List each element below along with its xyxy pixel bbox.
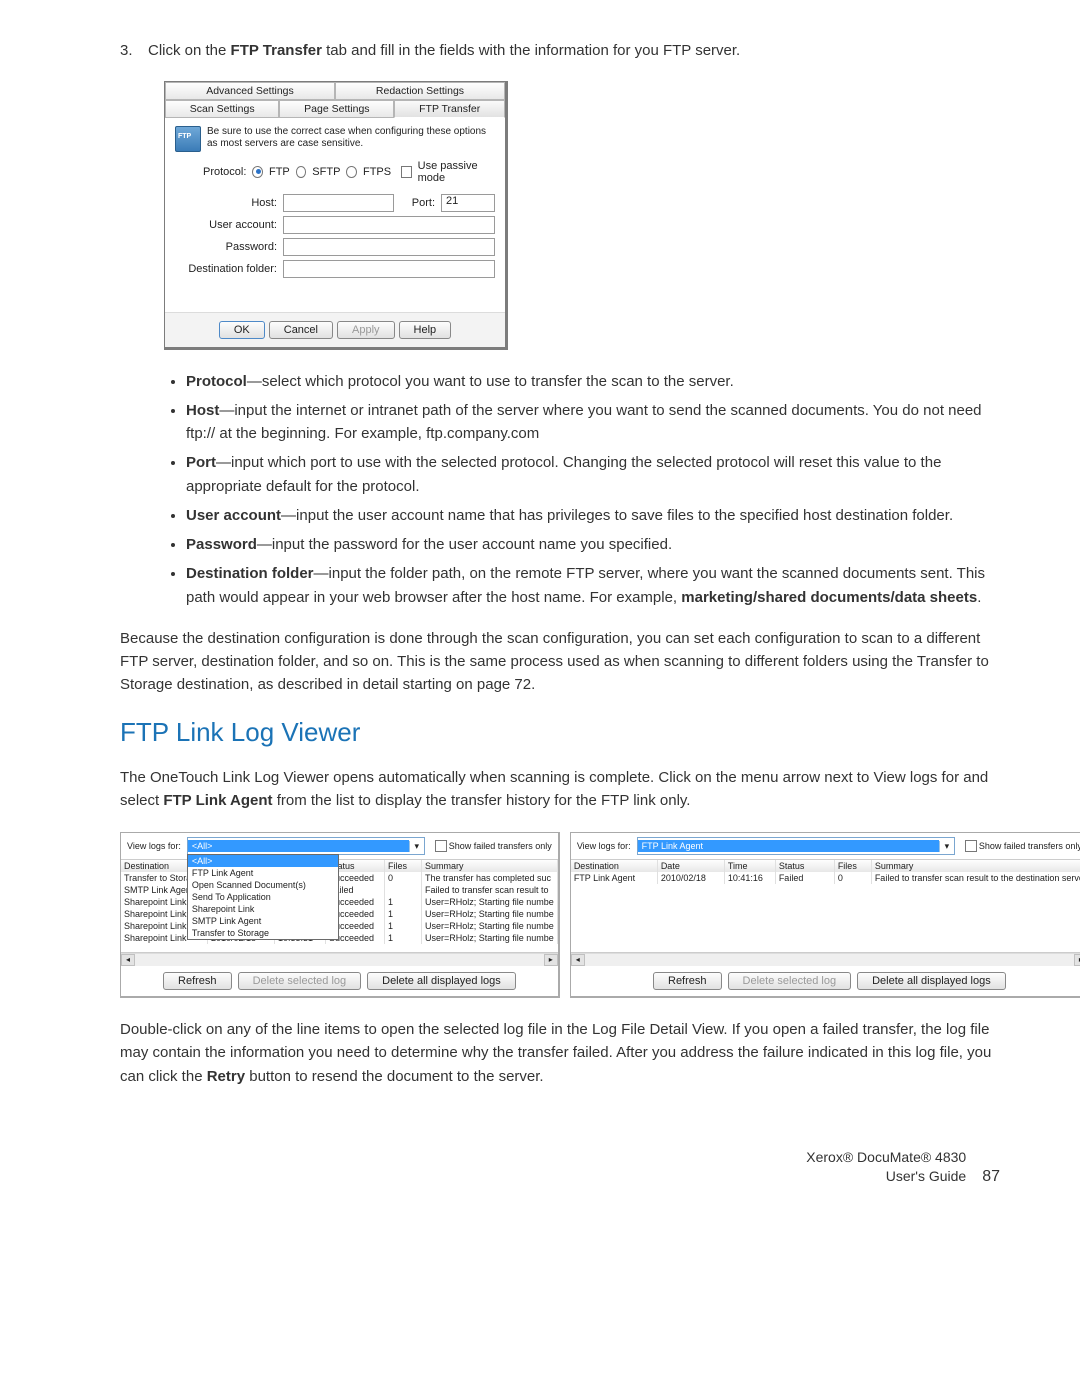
horizontal-scrollbar-left[interactable]: ◂ ▸: [121, 953, 558, 966]
opt-all[interactable]: <All>: [188, 855, 338, 867]
step-post: tab and fill in the fields with the info…: [322, 42, 740, 59]
destination-label: Destination folder:: [175, 263, 283, 275]
delete-all-button[interactable]: Delete all displayed logs: [857, 972, 1006, 990]
port-input[interactable]: 21: [441, 194, 495, 212]
step-bold: FTP Transfer: [231, 42, 322, 59]
bottom-paragraph: Double-click on any of the line items to…: [120, 1018, 1000, 1088]
protocol-label: Protocol:: [203, 166, 246, 178]
destination-input[interactable]: [283, 260, 495, 278]
horizontal-scrollbar-right[interactable]: ◂ ▸: [571, 953, 1080, 966]
opt-transfer-to-storage[interactable]: Transfer to Storage: [188, 927, 338, 939]
scroll-left-icon[interactable]: ◂: [121, 954, 135, 966]
opt-open-scanned[interactable]: Open Scanned Document(s): [188, 879, 338, 891]
checkbox-passive[interactable]: [401, 166, 412, 178]
delete-selected-button[interactable]: Delete selected log: [728, 972, 852, 990]
page-number: 87: [982, 1168, 1000, 1186]
col-status[interactable]: Status: [776, 860, 835, 872]
host-label: Host:: [175, 197, 283, 209]
host-input[interactable]: [283, 194, 394, 212]
col-destination[interactable]: Destination: [571, 860, 658, 872]
checkbox-show-failed-left-label: Show failed transfers only: [449, 841, 552, 851]
log-viewer-filtered: View logs for: FTP Link Agent ▾ Show fai…: [570, 832, 1080, 998]
combo-selected-right: FTP Link Agent: [638, 840, 939, 852]
step-pre: Click on the: [148, 42, 231, 59]
checkbox-show-failed-right[interactable]: [965, 840, 977, 852]
tab-advanced-settings[interactable]: Advanced Settings: [165, 82, 335, 100]
step-text: Click on the FTP Transfer tab and fill i…: [148, 40, 1000, 63]
term-destination: Destination folder—input the folder path…: [186, 562, 1000, 609]
intro-paragraph: The OneTouch Link Log Viewer opens autom…: [120, 766, 1000, 813]
delete-all-button[interactable]: Delete all displayed logs: [367, 972, 516, 990]
ftp-icon: [175, 126, 201, 152]
chevron-down-icon[interactable]: ▾: [409, 841, 424, 852]
tab-page-settings[interactable]: Page Settings: [279, 100, 394, 118]
term-protocol: Protocol—select which protocol you want …: [186, 370, 1000, 393]
refresh-button[interactable]: Refresh: [653, 972, 722, 990]
password-label: Password:: [175, 241, 283, 253]
scroll-right-icon[interactable]: ▸: [1074, 954, 1080, 966]
user-account-input[interactable]: [283, 216, 495, 234]
help-button[interactable]: Help: [399, 321, 452, 339]
apply-button[interactable]: Apply: [337, 321, 395, 339]
col-time[interactable]: Time: [725, 860, 776, 872]
section-heading: FTP Link Log Viewer: [120, 717, 1000, 748]
radio-ftp[interactable]: [252, 166, 263, 178]
term-list: Protocol—select which protocol you want …: [120, 370, 1000, 609]
checkbox-show-failed-right-label: Show failed transfers only: [979, 841, 1080, 851]
col-date[interactable]: Date: [658, 860, 725, 872]
view-logs-dropdown[interactable]: <All> FTP Link Agent Open Scanned Docume…: [187, 854, 339, 940]
user-account-label: User account:: [175, 219, 283, 231]
refresh-button[interactable]: Refresh: [163, 972, 232, 990]
radio-ftps-label: FTPS: [363, 166, 391, 178]
table-row[interactable]: FTP Link Agent2010/02/1810:41:16Failed0F…: [571, 872, 1080, 884]
tab-redaction-settings[interactable]: Redaction Settings: [335, 82, 505, 100]
radio-sftp-label: SFTP: [312, 166, 340, 178]
password-input[interactable]: [283, 238, 495, 256]
delete-selected-button[interactable]: Delete selected log: [238, 972, 362, 990]
log-table-right: Destination Date Time Status Files Summa…: [571, 859, 1080, 953]
term-user: User account—input the user account name…: [186, 504, 1000, 527]
term-password: Password—input the password for the user…: [186, 533, 1000, 556]
opt-smtp-link-agent[interactable]: SMTP Link Agent: [188, 915, 338, 927]
radio-sftp[interactable]: [296, 166, 307, 178]
cancel-button[interactable]: Cancel: [269, 321, 333, 339]
term-port: Port—input which port to use with the se…: [186, 451, 1000, 498]
col-summary[interactable]: Summary: [422, 860, 558, 872]
port-label: Port:: [412, 197, 435, 209]
tab-ftp-transfer[interactable]: FTP Transfer: [394, 100, 505, 118]
checkbox-passive-label: Use passive mode: [418, 160, 495, 184]
footer-line2: User's Guide: [886, 1168, 966, 1184]
checkbox-show-failed-left[interactable]: [435, 840, 447, 852]
ok-button[interactable]: OK: [219, 321, 265, 339]
scroll-right-icon[interactable]: ▸: [544, 954, 558, 966]
view-logs-combo-left[interactable]: <All> ▾ <All> FTP Link Agent Open Scanne…: [187, 837, 425, 855]
radio-ftp-label: FTP: [269, 166, 290, 178]
col-files[interactable]: Files: [835, 860, 872, 872]
log-viewer-all: View logs for: <All> ▾ <All> FTP Link Ag…: [120, 832, 560, 998]
opt-sharepoint-link[interactable]: Sharepoint Link: [188, 903, 338, 915]
view-logs-for-label: View logs for:: [127, 841, 181, 851]
scroll-left-icon[interactable]: ◂: [571, 954, 585, 966]
dialog-info-text: Be sure to use the correct case when con…: [207, 126, 495, 151]
tab-scan-settings[interactable]: Scan Settings: [165, 100, 279, 118]
footer-text: Xerox® DocuMate® 4830 User's Guide: [806, 1148, 966, 1186]
opt-send-to-app[interactable]: Send To Application: [188, 891, 338, 903]
opt-ftp-link-agent[interactable]: FTP Link Agent: [188, 867, 338, 879]
combo-selected-left: <All>: [188, 840, 409, 852]
chevron-down-icon[interactable]: ▾: [939, 841, 954, 852]
step-number: 3.: [120, 40, 148, 63]
view-logs-for-label-right: View logs for:: [577, 841, 631, 851]
footer-line1: Xerox® DocuMate® 4830: [806, 1149, 966, 1165]
term-host: Host—input the internet or intranet path…: [186, 399, 1000, 446]
after-terms-paragraph: Because the destination configuration is…: [120, 627, 1000, 697]
col-summary[interactable]: Summary: [872, 860, 1080, 872]
ftp-transfer-dialog: Advanced Settings Redaction Settings Sca…: [164, 81, 508, 350]
radio-ftps[interactable]: [346, 166, 357, 178]
col-files[interactable]: Files: [385, 860, 422, 872]
view-logs-combo-right[interactable]: FTP Link Agent ▾: [637, 837, 955, 855]
